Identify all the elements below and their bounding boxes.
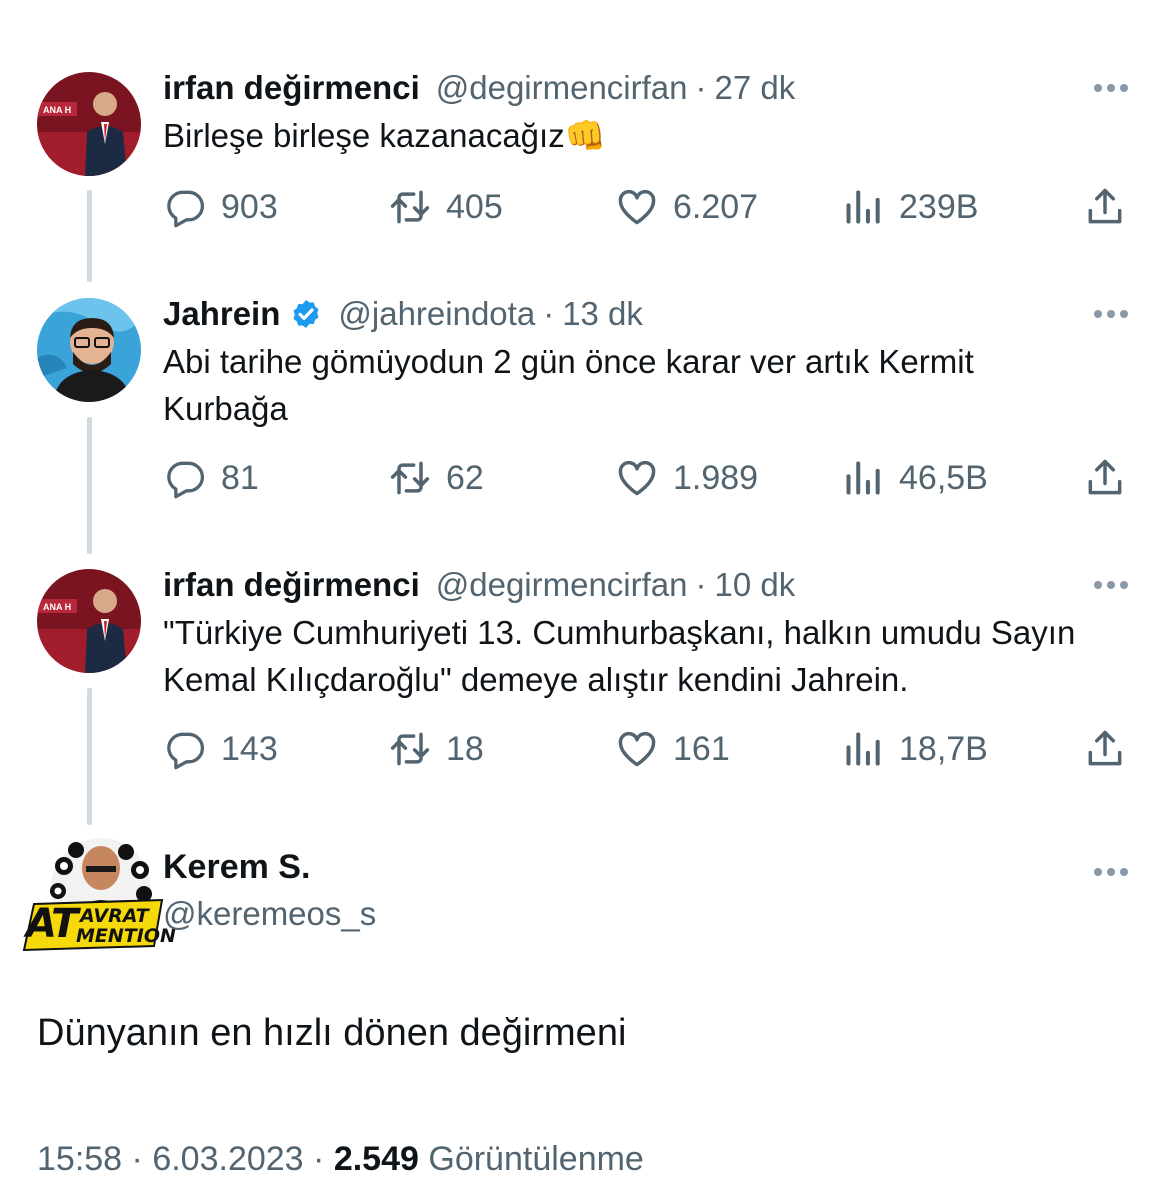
- more-icon[interactable]: [1094, 862, 1128, 882]
- views-icon: [841, 727, 885, 771]
- views-count: 18,7B: [899, 729, 988, 768]
- main-display-name[interactable]: Kerem S.: [163, 848, 310, 887]
- avatar-badge-avrat: AVRAT: [80, 905, 149, 927]
- tweet-actions: 81 62 1.989 46,5B: [163, 456, 1130, 500]
- tweet-header: irfan değirmenci @degirmencirfan · 10 dk: [163, 563, 795, 607]
- handle[interactable]: @degirmencirfan: [436, 69, 688, 107]
- like-icon: [615, 727, 659, 771]
- avatar-badge-at: AT: [26, 901, 78, 947]
- timestamp[interactable]: 13 dk: [562, 295, 643, 333]
- verified-icon: [293, 300, 319, 328]
- tweet-text: "Türkiye Cumhuriyeti 13. Cumhurbaşkanı, …: [163, 614, 1076, 698]
- views-count: 239B: [899, 187, 979, 226]
- svg-text:ANA H: ANA H: [43, 105, 71, 115]
- tweet-header: irfan değirmenci @degirmencirfan · 27 dk: [163, 66, 795, 110]
- reply-button[interactable]: 81: [163, 456, 259, 500]
- thread-line: [87, 417, 92, 554]
- separator: ·: [131, 1140, 143, 1178]
- views-label: Görüntülenme: [428, 1140, 644, 1178]
- views-button[interactable]: 46,5B: [841, 456, 988, 500]
- separator: ·: [695, 566, 707, 603]
- tweet-actions: 143 18 161 18,7B: [163, 727, 1130, 771]
- retweet-button[interactable]: 405: [388, 185, 503, 229]
- more-icon[interactable]: [1094, 304, 1128, 324]
- views-button[interactable]: 18,7B: [841, 727, 988, 771]
- share-button[interactable]: [1083, 456, 1127, 500]
- reply-count: 143: [221, 729, 278, 768]
- thread-line: [87, 190, 92, 282]
- separator: ·: [313, 1140, 325, 1178]
- timestamp[interactable]: 10 dk: [715, 566, 796, 604]
- avatar[interactable]: ANA H: [37, 569, 141, 673]
- avatar[interactable]: [37, 298, 141, 402]
- more-icon[interactable]: [1094, 575, 1128, 595]
- tweet-text: Birleşe birleşe kazanacağız👊: [163, 117, 606, 154]
- retweet-icon: [388, 456, 432, 500]
- retweet-icon: [388, 185, 432, 229]
- handle[interactable]: @degirmencirfan: [436, 566, 688, 604]
- share-button[interactable]: [1083, 185, 1127, 229]
- views-icon: [841, 456, 885, 500]
- like-button[interactable]: 161: [615, 727, 730, 771]
- share-button[interactable]: [1083, 727, 1127, 771]
- reply-count: 81: [221, 458, 259, 497]
- tweet-date[interactable]: 6.03.2023: [152, 1140, 303, 1178]
- tweet-text: Abi tarihe gömüyodun 2 gün önce karar ve…: [163, 343, 974, 427]
- separator: ·: [695, 69, 707, 106]
- like-button[interactable]: 1.989: [615, 456, 758, 500]
- svg-text:ANA H: ANA H: [43, 602, 71, 612]
- main-handle[interactable]: @keremeos_s: [163, 895, 376, 933]
- more-icon[interactable]: [1094, 78, 1128, 98]
- like-icon: [615, 456, 659, 500]
- avatar[interactable]: ANA H: [37, 72, 141, 176]
- like-count: 161: [673, 729, 730, 768]
- handle[interactable]: @jahreindota: [338, 295, 535, 333]
- views-button[interactable]: 239B: [841, 185, 978, 229]
- separator: ·: [543, 295, 555, 332]
- reply-count: 903: [221, 187, 278, 226]
- thread-line: [87, 688, 92, 825]
- like-button[interactable]: 6.207: [615, 185, 758, 229]
- retweet-button[interactable]: 18: [388, 727, 484, 771]
- tweet-actions: 903 405 6.207 239B: [163, 185, 1130, 229]
- reply-button[interactable]: 143: [163, 727, 278, 771]
- reply-icon: [163, 456, 207, 500]
- main-avatar[interactable]: AT AVRAT MENTION: [16, 836, 176, 956]
- timestamp[interactable]: 27 dk: [715, 69, 796, 107]
- reply-icon: [163, 185, 207, 229]
- share-icon: [1083, 727, 1127, 771]
- display-name[interactable]: Jahrein: [163, 295, 280, 333]
- display-name[interactable]: irfan değirmenci: [163, 69, 420, 107]
- tweet-header: Jahrein @jahreindota · 13 dk: [163, 292, 643, 336]
- share-icon: [1083, 185, 1127, 229]
- display-name[interactable]: irfan değirmenci: [163, 566, 420, 604]
- like-count: 6.207: [673, 187, 759, 226]
- reply-icon: [163, 727, 207, 771]
- share-icon: [1083, 456, 1127, 500]
- views-icon: [841, 185, 885, 229]
- like-count: 1.989: [673, 458, 759, 497]
- retweet-count: 18: [446, 729, 484, 768]
- retweet-icon: [388, 727, 432, 771]
- view-count: 2.549: [333, 1140, 419, 1178]
- retweet-button[interactable]: 62: [388, 456, 484, 500]
- main-tweet-text: Dünyanın en hızlı dönen değirmeni: [37, 1012, 627, 1054]
- tweet-time[interactable]: 15:58: [37, 1140, 122, 1178]
- like-icon: [615, 185, 659, 229]
- avatar-badge-mention: MENTION: [76, 925, 176, 947]
- reply-button[interactable]: 903: [163, 185, 278, 229]
- retweet-count: 62: [446, 458, 484, 497]
- views-count: 46,5B: [899, 458, 988, 497]
- tweet-meta: 15:58 · 6.03.2023 · 2.549 Görüntülenme: [37, 1140, 644, 1179]
- retweet-count: 405: [446, 187, 503, 226]
